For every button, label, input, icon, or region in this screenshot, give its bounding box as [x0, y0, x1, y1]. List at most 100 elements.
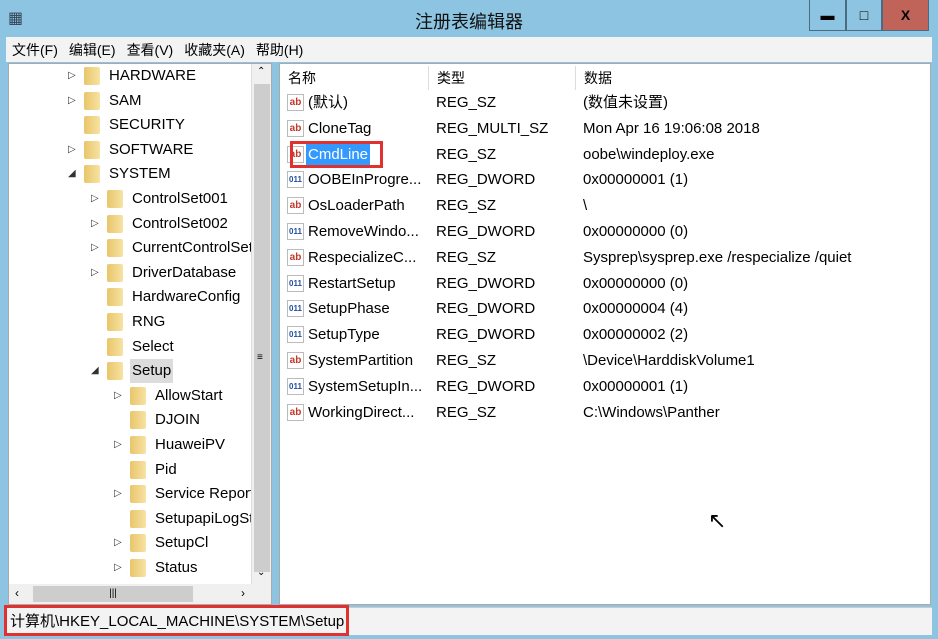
folder-icon: [130, 534, 146, 553]
value-data: 0x00000000 (0): [583, 223, 689, 240]
tree-item[interactable]: SECURITY: [9, 113, 251, 137]
string-value-icon: ab: [287, 197, 304, 215]
tree-item[interactable]: ▷ HARDWARE: [9, 64, 251, 88]
value-data: 0x00000001 (1): [583, 171, 689, 189]
value-data: 0x00000004 (4): [583, 300, 689, 318]
expand-arrow-icon[interactable]: ▷: [114, 531, 122, 555]
list-row[interactable]: 011 OOBEInProgre... REG_DWORD 0x00000001 (1…: [280, 167, 930, 193]
scroll-up-icon[interactable]: ⌃: [257, 66, 265, 77]
tree-item[interactable]: ◢ SYSTEM: [9, 162, 251, 186]
folder-icon: [130, 436, 146, 454]
list-row[interactable]: 011 SetupType REG_DWORD 0x00000002 (2): [280, 322, 930, 348]
minimize-button[interactable]: ▬: [809, 0, 846, 31]
value-data: \: [583, 197, 588, 215]
binary-value-icon: 011: [287, 377, 304, 395]
column-header-type[interactable]: 类型: [429, 66, 576, 90]
tree-item[interactable]: Pid: [9, 458, 251, 482]
tree-item-label: Pid: [155, 460, 177, 478]
expand-arrow-icon[interactable]: ▷: [68, 64, 76, 88]
list-row[interactable]: 011 RestartSetup REG_DWORD 0x00000000 (0): [280, 271, 930, 297]
tree-item[interactable]: ▷ CurrentControlSet: [9, 236, 253, 260]
value-type: REG_DWORD: [436, 274, 536, 292]
collapse-arrow-icon[interactable]: ◢: [68, 162, 76, 186]
menu-file[interactable]: 文件(F): [6, 37, 63, 60]
value-data: Mon Apr 16 19:06:08 2018: [583, 119, 760, 137]
value-name: OOBEInProgre...: [308, 171, 422, 189]
list-row[interactable]: ab RespecializeC... REG_SZ Sysprep\sysprep.…: [280, 245, 930, 271]
tree-item-label: ControlSet001: [132, 190, 228, 207]
tree-horizontal-scrollbar[interactable]: ‹ ||| ›: [9, 584, 271, 604]
tree-item[interactable]: ◢ Setup: [9, 359, 251, 384]
folder-icon: [84, 140, 100, 159]
maximize-button[interactable]: □: [846, 0, 882, 31]
tree-item[interactable]: ▷ SOFTWARE: [9, 138, 251, 162]
tree-item[interactable]: RNG: [9, 310, 251, 334]
value-type: REG_DWORD: [436, 171, 536, 189]
list-row[interactable]: 011 SetupPhase REG_DWORD 0x00000004 (4): [280, 296, 930, 322]
value-data: oobe\windeploy.exe: [583, 145, 715, 163]
tree-item[interactable]: SetupapiLogStatus: [9, 507, 271, 531]
value-type: REG_DWORD: [436, 326, 536, 344]
scroll-right-icon[interactable]: ›: [241, 586, 245, 600]
list-row[interactable]: ab SystemPartition REG_SZ \Device\HarddiskV…: [280, 348, 930, 374]
tree-item-label: RNG: [132, 313, 166, 330]
menu-edit[interactable]: 编辑(E): [63, 37, 121, 60]
scroll-thumb[interactable]: ≡: [254, 84, 270, 572]
list-row[interactable]: ab WorkingDirect... REG_SZ C:\Windows\Panth…: [280, 400, 930, 426]
expand-arrow-icon[interactable]: ▷: [114, 433, 122, 457]
tree-item-label: HuaweiPV: [155, 436, 226, 453]
list-row[interactable]: ab (默认) REG_SZ (数值未设置): [280, 90, 930, 116]
scroll-thumb-horizontal[interactable]: |||: [33, 586, 193, 602]
collapse-arrow-icon[interactable]: ◢: [91, 359, 99, 383]
tree-item-label: DJOIN: [155, 411, 200, 429]
string-value-icon: ab: [287, 403, 304, 421]
tree-item[interactable]: ▷ AllowStart: [9, 384, 251, 408]
tree-item[interactable]: ▷ SetupCl: [9, 531, 251, 555]
tree-item[interactable]: ▷ SAM: [9, 89, 251, 113]
expand-arrow-icon[interactable]: ▷: [114, 556, 122, 580]
tree-item[interactable]: Select: [9, 335, 251, 359]
list-row[interactable]: 011 SystemSetupIn... REG_DWORD 0x00000001 (…: [280, 374, 930, 400]
expand-arrow-icon[interactable]: ▷: [91, 236, 99, 260]
column-header-data[interactable]: 数据: [576, 66, 930, 90]
value-name: WorkingDirect...: [308, 403, 415, 421]
tree-item-label: SetupCl: [155, 534, 209, 552]
close-button[interactable]: X: [882, 0, 929, 31]
menu-view[interactable]: 查看(V): [121, 37, 179, 60]
tree-item[interactable]: HardwareConfig: [9, 285, 251, 309]
value-data: (数值未设置): [583, 94, 668, 111]
string-value-icon: ab: [287, 248, 304, 266]
expand-arrow-icon[interactable]: ▷: [114, 384, 122, 408]
value-data: 0x00000001 (1): [583, 377, 689, 395]
tree-item[interactable]: ▷ DriverDatabase: [9, 261, 251, 285]
value-type: REG_DWORD: [436, 223, 536, 240]
list-row[interactable]: 011 RemoveWindo... REG_DWORD 0x00000000 (0): [280, 219, 930, 245]
menu-favorites[interactable]: 收藏夹(A): [178, 37, 250, 60]
expand-arrow-icon[interactable]: ▷: [68, 89, 76, 113]
tree-vertical-scrollbar[interactable]: ⌃ ≡ ⌄: [251, 64, 271, 584]
tree-item[interactable]: DJOIN: [9, 408, 251, 432]
scroll-left-icon[interactable]: ‹: [15, 586, 19, 600]
folder-icon: [130, 386, 146, 405]
tree-item-label: Setup: [130, 359, 174, 384]
column-header-name[interactable]: 名称: [280, 66, 429, 90]
tree-item-label: Status: [155, 559, 198, 576]
tree-item[interactable]: ▷ ControlSet002: [9, 212, 251, 236]
folder-icon: [107, 239, 123, 258]
expand-arrow-icon[interactable]: ▷: [114, 482, 122, 506]
expand-arrow-icon[interactable]: ▷: [68, 138, 76, 162]
tree-item[interactable]: ▷ Status: [9, 556, 251, 580]
list-row[interactable]: ab OsLoaderPath REG_SZ \: [280, 193, 930, 219]
value-name: SetupPhase: [308, 300, 390, 318]
folder-icon: [84, 67, 100, 85]
menu-help[interactable]: 帮助(H): [250, 37, 308, 60]
expand-arrow-icon[interactable]: ▷: [91, 187, 99, 211]
expand-arrow-icon[interactable]: ▷: [91, 212, 99, 236]
expand-arrow-icon[interactable]: ▷: [91, 261, 99, 285]
list-row[interactable]: ab CloneTag REG_MULTI_SZ Mon Apr 16 19:06:0…: [280, 116, 930, 142]
tree-item[interactable]: ▷ Service Reporting: [9, 482, 271, 506]
tree-item[interactable]: ▷ ControlSet001: [9, 187, 251, 211]
tree-item[interactable]: ▷ HuaweiPV: [9, 433, 251, 457]
value-name: SystemSetupIn...: [308, 377, 423, 395]
scroll-down-icon[interactable]: ⌄: [257, 567, 265, 578]
